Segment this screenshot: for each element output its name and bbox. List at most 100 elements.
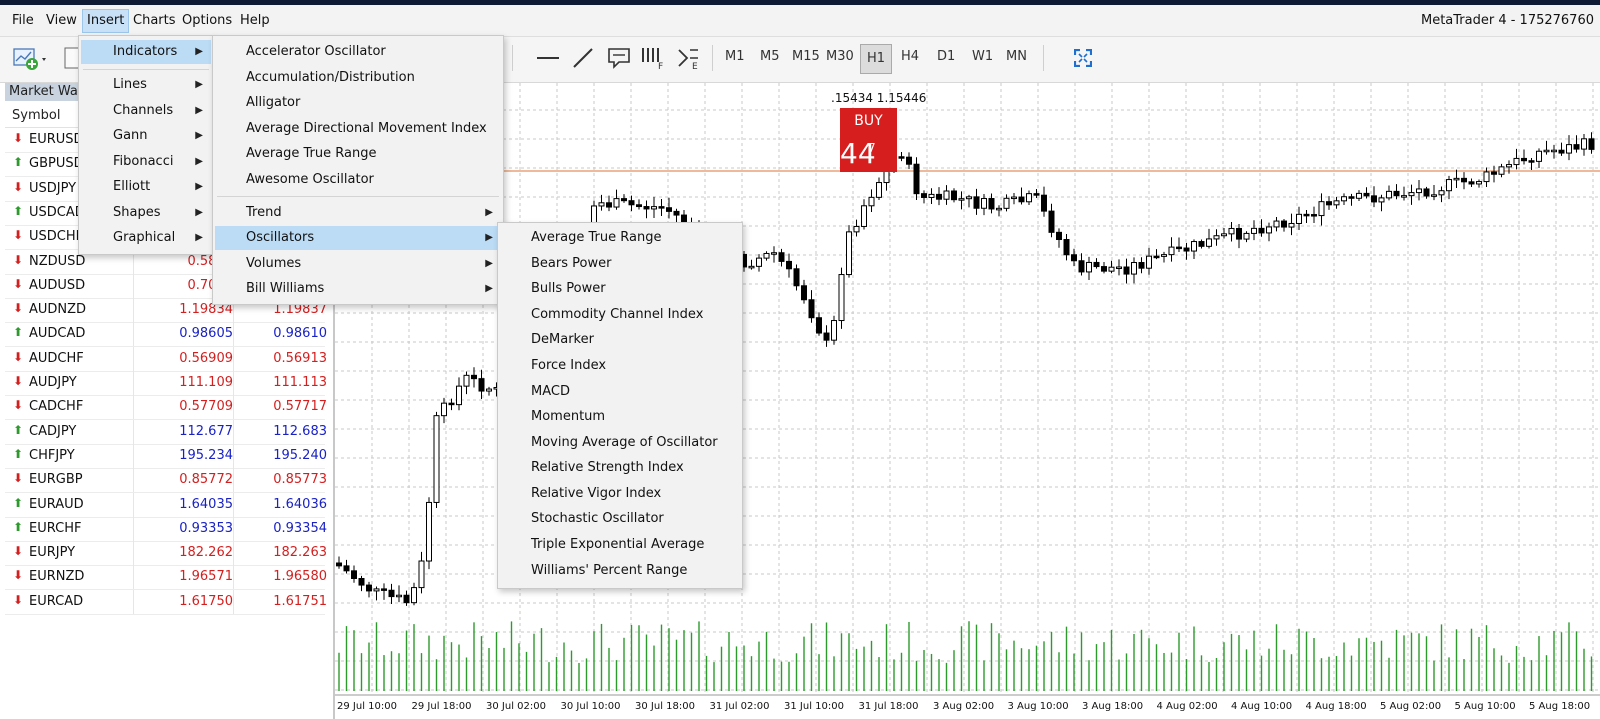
oscillator-macd[interactable]: MACD: [500, 380, 740, 404]
symbol-name: AUDUSD: [29, 277, 86, 293]
insert-menu-item-fibonacci[interactable]: Fibonacci ▶: [81, 150, 211, 174]
candle-bullish: [1318, 201, 1325, 217]
candle-bearish: [1071, 254, 1077, 262]
app-title: MetaTrader 4 - 175276760: [1420, 13, 1594, 28]
oscillator-osma[interactable]: Moving Average of Oscillator: [500, 431, 740, 455]
market-watch-row[interactable]: ⬆ CADJPY 112.677 112.683: [5, 419, 327, 445]
indicator-accelerator-oscillator[interactable]: Accelerator Oscillator: [215, 40, 501, 64]
arrow-down-icon: ⬇: [13, 301, 24, 316]
candle-bullish: [1536, 150, 1542, 162]
menu-item-label: Average Directional Movement Index: [246, 121, 487, 136]
menu-file[interactable]: File: [12, 10, 34, 32]
oscillator-momentum[interactable]: Momentum: [500, 405, 740, 429]
indicators-submenu-volumes[interactable]: Volumes ▶: [215, 252, 501, 276]
market-watch-row[interactable]: ⬇ EURJPY 182.262 182.263: [5, 541, 327, 567]
timeframe-m30[interactable]: M30: [826, 49, 854, 64]
menu-separator: [83, 69, 209, 70]
timeframe-m1[interactable]: M1: [725, 49, 745, 64]
oscillator-rvi[interactable]: Relative Vigor Index: [500, 482, 740, 506]
arrow-up-icon: ⬆: [13, 495, 24, 510]
fibonacci-icon[interactable]: F: [640, 46, 666, 74]
insert-menu-item-elliott[interactable]: Elliott ▶: [81, 175, 211, 199]
timeframe-h1[interactable]: H1: [860, 44, 892, 74]
oscillator-stochastic[interactable]: Stochastic Oscillator: [500, 507, 740, 531]
insert-menu-item-channels[interactable]: Channels ▶: [81, 99, 211, 123]
candle-bearish: [1063, 239, 1070, 256]
candle-bullish: [1288, 222, 1295, 228]
horizontal-line-icon[interactable]: [536, 48, 560, 72]
insert-menu-item-gann[interactable]: Gann ▶: [81, 124, 211, 148]
oscillator-williams-percent-range[interactable]: Williams' Percent Range: [500, 559, 740, 583]
indicators-submenu-bill-williams[interactable]: Bill Williams ▶: [215, 277, 501, 301]
fullscreen-icon[interactable]: [1073, 48, 1093, 71]
candle-bearish: [1041, 194, 1047, 212]
menu-insert[interactable]: Insert: [82, 9, 130, 33]
oscillator-demarker[interactable]: DeMarker: [500, 328, 740, 352]
oscillator-bulls-power[interactable]: Bulls Power: [500, 277, 740, 301]
candle-bullish: [1191, 241, 1197, 252]
insert-menu-item-indicators[interactable]: Indicators ▶: [81, 40, 211, 64]
chevron-right-icon: ▶: [485, 232, 493, 243]
market-watch-row[interactable]: ⬆ EURAUD 1.64035 1.64036: [5, 492, 327, 518]
arrow-down-icon: ⬇: [13, 544, 24, 559]
market-watch-row[interactable]: ⬆ CHFJPY 195.234 195.240: [5, 443, 327, 469]
candle-bearish: [1573, 144, 1580, 150]
arrow-down-icon: ⬇: [13, 228, 24, 243]
menu-help[interactable]: Help: [240, 10, 270, 32]
candle-bullish: [1483, 171, 1490, 183]
timeframe-w1[interactable]: W1: [972, 49, 993, 64]
symbol-name: AUDJPY: [29, 375, 77, 390]
timeframe-mn[interactable]: MN: [1006, 49, 1027, 64]
indicators-submenu-trend[interactable]: Trend ▶: [215, 201, 501, 225]
candle-bearish: [1588, 138, 1595, 150]
insert-menu-item-graphical[interactable]: Graphical ▶: [81, 226, 211, 250]
market-watch-row[interactable]: ⬇ EURGBP 0.85772 0.85773: [5, 468, 327, 494]
symbol-name: USDCAD: [29, 204, 85, 220]
periods-icon[interactable]: E: [676, 46, 702, 74]
candle-bearish: [673, 210, 680, 216]
oscillator-bears-power[interactable]: Bears Power: [500, 252, 740, 276]
market-watch-row[interactable]: ⬇ AUDJPY 111.109 111.113: [5, 371, 327, 396]
candle-bullish: [433, 415, 440, 503]
insert-menu-item-lines[interactable]: Lines ▶: [81, 73, 211, 97]
oscillator-cci[interactable]: Commodity Channel Index: [500, 303, 740, 327]
candle-bullish: [1108, 266, 1115, 272]
indicator-adx[interactable]: Average Directional Movement Index: [215, 117, 501, 141]
market-watch-row[interactable]: ⬆ AUDCAD 0.98605 0.98610: [5, 322, 327, 348]
indicator-awesome-oscillator[interactable]: Awesome Oscillator: [215, 168, 501, 192]
text-icon[interactable]: [607, 47, 631, 73]
candle-bearish: [1183, 247, 1190, 252]
symbol-name: EURCAD: [29, 593, 84, 609]
timeframe-h4[interactable]: H4: [901, 49, 919, 64]
ask-price: 1.96580: [273, 569, 327, 585]
arrow-up-icon: ⬆: [13, 446, 24, 461]
timeframe-d1[interactable]: D1: [937, 49, 955, 64]
candle-bullish: [981, 198, 987, 209]
one-click-buy-button[interactable]: BUY 44 7: [840, 108, 897, 172]
trendline-icon[interactable]: [572, 47, 594, 73]
menu-item-label: Moving Average of Oscillator: [531, 435, 718, 450]
indicators-submenu-oscillators[interactable]: Oscillators ▶: [215, 226, 501, 250]
market-watch-row[interactable]: ⬇ EURNZD 1.96571 1.96580: [5, 565, 327, 591]
menu-view[interactable]: View: [46, 10, 77, 32]
oscillator-rsi[interactable]: Relative Strength Index: [500, 456, 740, 480]
oscillator-atr[interactable]: Average True Range: [500, 226, 740, 250]
timeframe-m5[interactable]: M5: [760, 49, 780, 64]
insert-menu-item-shapes[interactable]: Shapes ▶: [81, 201, 211, 225]
market-watch-row[interactable]: ⬇ AUDCHF 0.56909 0.56913: [5, 346, 327, 372]
oscillator-force-index[interactable]: Force Index: [500, 354, 740, 378]
indicator-accumulation-distribution[interactable]: Accumulation/Distribution: [215, 66, 501, 90]
menu-options[interactable]: Options: [182, 10, 232, 32]
new-chart-icon[interactable]: [12, 46, 50, 76]
candle-bullish: [846, 231, 852, 276]
market-watch-row[interactable]: ⬆ EURCHF 0.93353 0.93354: [5, 516, 327, 542]
timeframe-m15[interactable]: M15: [792, 49, 820, 64]
oscillator-trix[interactable]: Triple Exponential Average: [500, 533, 740, 557]
menu-charts[interactable]: Charts: [133, 10, 176, 32]
time-axis-label: 4 Aug 02:00: [1157, 701, 1218, 712]
candle-bullish: [1341, 196, 1347, 202]
market-watch-row[interactable]: ⬇ EURCAD 1.61750 1.61751: [5, 589, 327, 615]
indicator-alligator[interactable]: Alligator: [215, 91, 501, 115]
market-watch-row[interactable]: ⬇ CADCHF 0.57709 0.57717: [5, 395, 327, 421]
indicator-atr[interactable]: Average True Range: [215, 142, 501, 166]
